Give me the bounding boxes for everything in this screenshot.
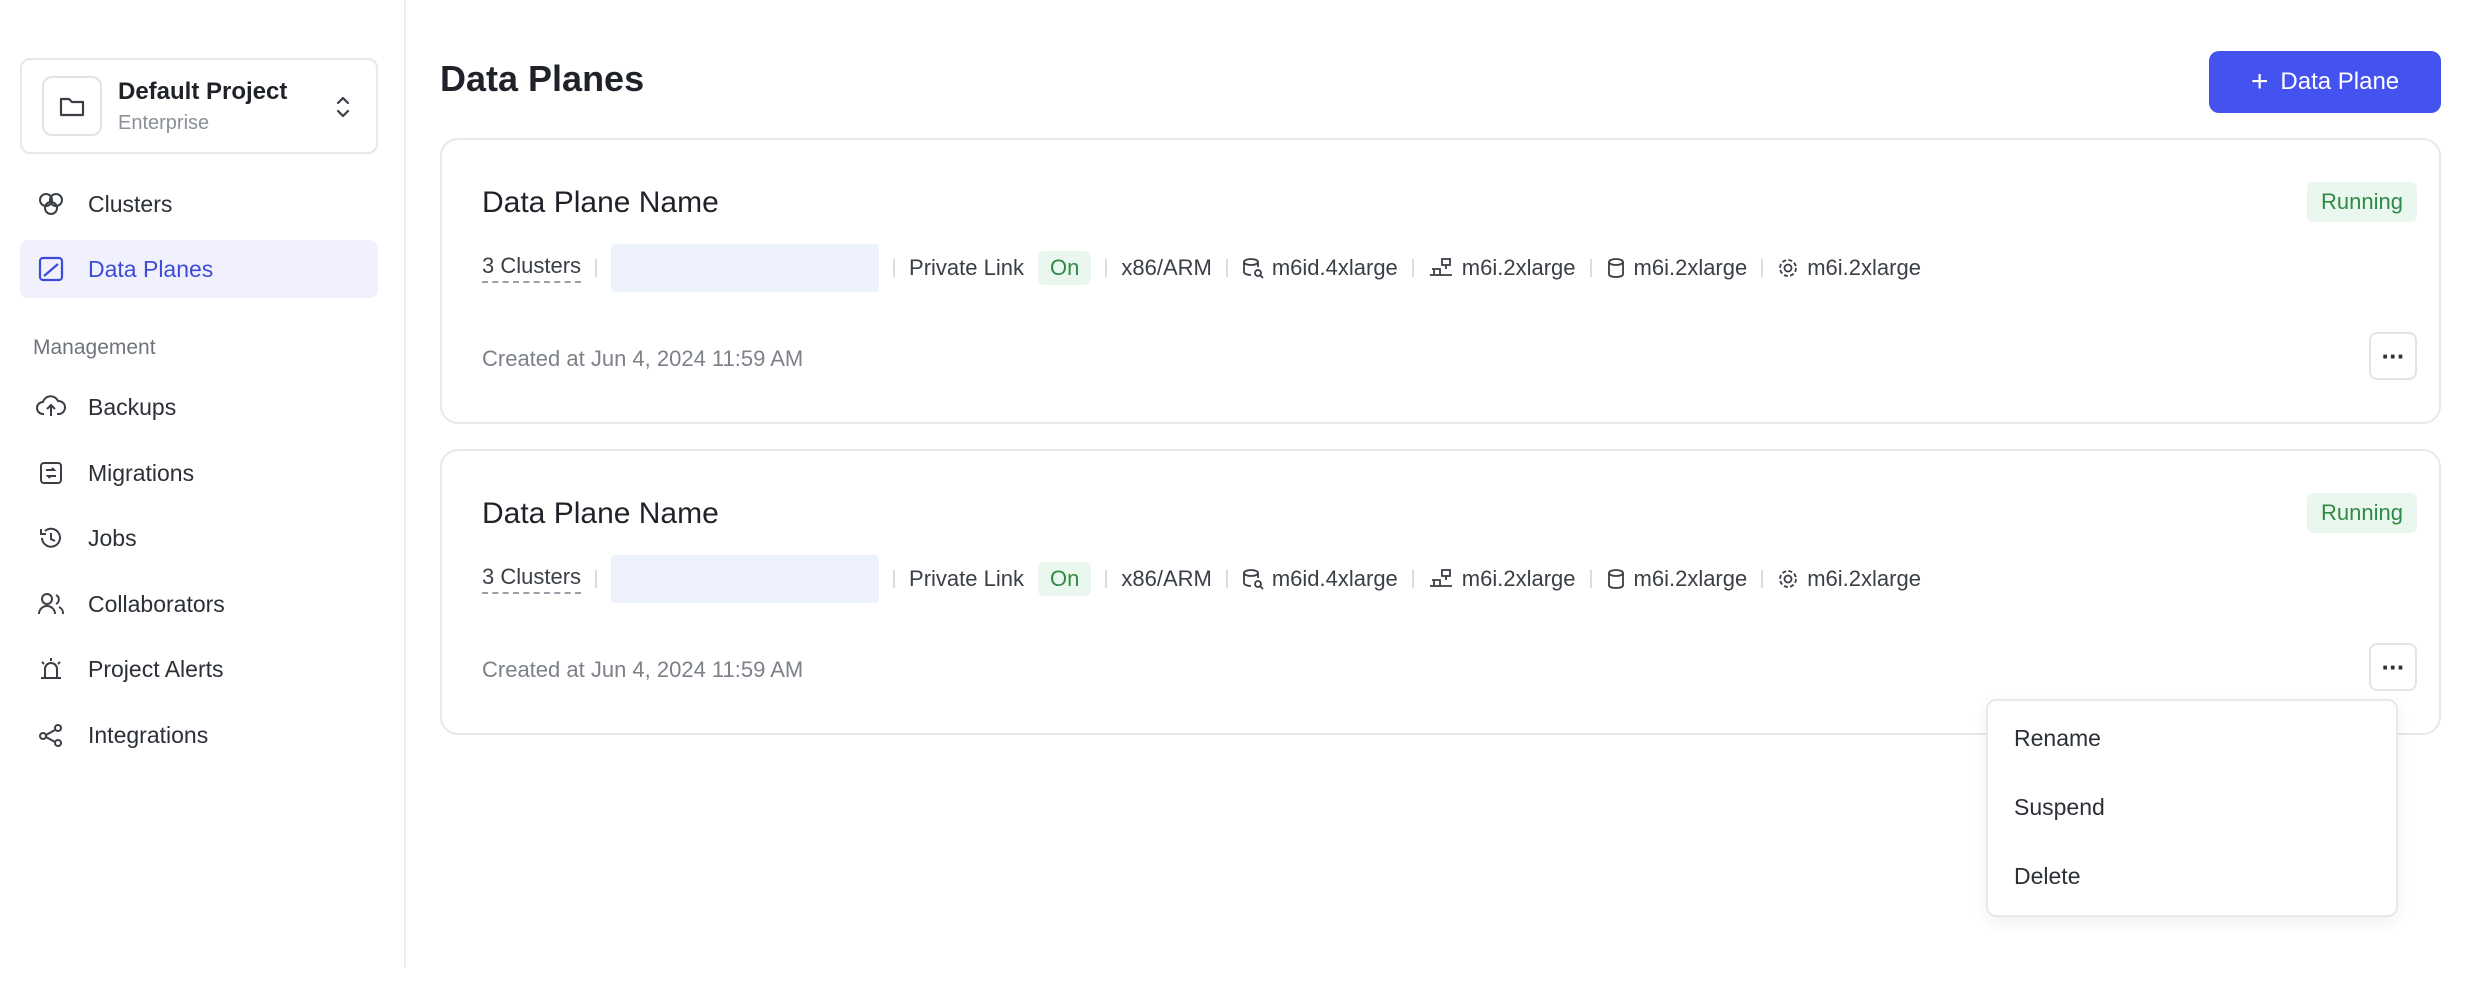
sidebar-item-label: Project Alerts: [88, 655, 224, 682]
sidebar-item-label: Backups: [88, 393, 177, 420]
data-planes-icon: [36, 254, 66, 284]
spec-item: m6i.2xlarge: [1777, 255, 1921, 281]
menu-item-rename[interactable]: Rename: [2014, 725, 2101, 752]
cloud-upload-icon: [36, 392, 66, 422]
divider: [595, 570, 598, 588]
chevron-up-down-icon[interactable]: [328, 90, 358, 124]
spec-value: m6i.2xlarge: [1633, 566, 1748, 591]
redacted-field: [611, 244, 880, 292]
spec-item: m6i.2xlarge: [1606, 566, 1748, 592]
spec-item: m6i.2xlarge: [1428, 255, 1576, 281]
divider: [1761, 570, 1764, 588]
spec-value: m6i.2xlarge: [1807, 566, 1921, 591]
clusters-icon: [36, 189, 66, 219]
spec-item: m6i.2xlarge: [1428, 566, 1576, 592]
clusters-link[interactable]: 3 Clusters: [482, 564, 582, 594]
add-data-plane-label: Data Plane: [2280, 68, 2400, 95]
share-icon: [36, 720, 66, 750]
spec-item: m6id.4xlarge: [1242, 566, 1398, 592]
data-plane-meta: 3 Clusters Private Link On x86/ARM m6id.…: [482, 244, 1921, 292]
divider: [1225, 570, 1228, 588]
divider: [1105, 570, 1108, 588]
created-timestamp: Created at Jun 4, 2024 11:59 AM: [482, 657, 804, 682]
data-plane-name: Data Plane Name: [482, 497, 719, 530]
sidebar-item-label: Collaborators: [88, 590, 225, 617]
architecture: x86/ARM: [1121, 255, 1212, 280]
divider: [1411, 570, 1414, 588]
more-actions-button[interactable]: ···: [2369, 643, 2417, 691]
sidebar-item-integrations[interactable]: Integrations: [20, 706, 378, 764]
project-switcher[interactable]: Default Project Enterprise: [20, 58, 378, 154]
compute-node-icon: [1429, 569, 1452, 587]
plus-icon: +: [2250, 65, 2269, 98]
migrations-icon: [36, 458, 66, 488]
divider: [893, 259, 896, 277]
divider: [893, 570, 896, 588]
private-link-badge: On: [1038, 251, 1092, 285]
context-menu: Rename Suspend Delete: [1986, 699, 2398, 917]
sidebar-item-migrations[interactable]: Migrations: [20, 444, 378, 502]
gear-icon: [1779, 259, 1798, 277]
storage-search-icon: [1242, 569, 1264, 590]
history-icon: [36, 523, 66, 553]
sidebar-item-backups[interactable]: Backups: [20, 378, 378, 436]
created-timestamp: Created at Jun 4, 2024 11:59 AM: [482, 346, 804, 371]
alarm-icon: [36, 654, 66, 684]
sidebar: Default Project Enterprise Clusters Data…: [0, 0, 406, 968]
sidebar-item-label: Integrations: [88, 721, 209, 748]
architecture: x86/ARM: [1121, 566, 1212, 591]
clusters-link[interactable]: 3 Clusters: [482, 253, 582, 283]
status-badge: Running: [2307, 493, 2417, 533]
sidebar-item-data-planes[interactable]: Data Planes: [20, 240, 378, 298]
private-link-label: Private Link: [909, 255, 1024, 280]
spec-value: m6id.4xlarge: [1271, 566, 1398, 591]
sidebar-item-clusters[interactable]: Clusters: [20, 175, 378, 233]
data-plane-meta: 3 Clusters Private Link On x86/ARM m6id.…: [482, 555, 1921, 603]
gear-icon: [1779, 570, 1798, 588]
data-plane-card[interactable]: Data Plane Name Running 3 Clusters Priva…: [440, 449, 2441, 735]
spec-value: m6i.2xlarge: [1461, 566, 1576, 591]
divider: [1105, 259, 1108, 277]
more-actions-button[interactable]: ···: [2369, 332, 2417, 380]
management-section-label: Management: [33, 336, 156, 359]
spec-value: m6id.4xlarge: [1271, 255, 1398, 280]
compute-node-icon: [1429, 258, 1452, 276]
folder-icon: [42, 76, 102, 136]
spec-value: m6i.2xlarge: [1807, 255, 1921, 280]
private-link-badge: On: [1038, 562, 1092, 596]
divider: [1589, 259, 1592, 277]
private-link-label: Private Link: [909, 566, 1024, 591]
page-title: Data Planes: [440, 58, 645, 99]
menu-item-suspend[interactable]: Suspend: [2014, 794, 2105, 821]
spec-value: m6i.2xlarge: [1633, 255, 1748, 280]
divider: [1411, 259, 1414, 277]
sidebar-item-label: Clusters: [88, 190, 173, 217]
project-name: Default Project: [118, 78, 288, 105]
sidebar-item-collaborators[interactable]: Collaborators: [20, 575, 378, 633]
data-plane-name: Data Plane Name: [482, 186, 719, 219]
redacted-field: [611, 555, 880, 603]
menu-item-delete[interactable]: Delete: [2014, 863, 2080, 890]
spec-item: m6i.2xlarge: [1606, 255, 1748, 281]
spec-item: m6i.2xlarge: [1777, 566, 1921, 592]
divider: [1761, 259, 1764, 277]
spec-item: m6id.4xlarge: [1242, 255, 1398, 281]
spec-value: m6i.2xlarge: [1461, 255, 1576, 280]
sidebar-item-jobs[interactable]: Jobs: [20, 509, 378, 567]
sidebar-item-label: Data Planes: [88, 255, 214, 282]
sidebar-item-label: Jobs: [88, 524, 137, 551]
sidebar-item-label: Migrations: [88, 459, 195, 486]
divider: [1225, 259, 1228, 277]
database-icon: [1607, 569, 1624, 589]
database-icon: [1607, 258, 1624, 278]
add-data-plane-button[interactable]: + Data Plane: [2209, 51, 2441, 113]
divider: [595, 259, 598, 277]
users-icon: [36, 589, 66, 619]
data-plane-card[interactable]: Data Plane Name Running 3 Clusters Priva…: [440, 138, 2441, 424]
status-badge: Running: [2307, 182, 2417, 222]
project-tier: Enterprise: [118, 112, 210, 134]
divider: [1589, 570, 1592, 588]
sidebar-item-project-alerts[interactable]: Project Alerts: [20, 640, 378, 698]
storage-search-icon: [1242, 258, 1264, 279]
